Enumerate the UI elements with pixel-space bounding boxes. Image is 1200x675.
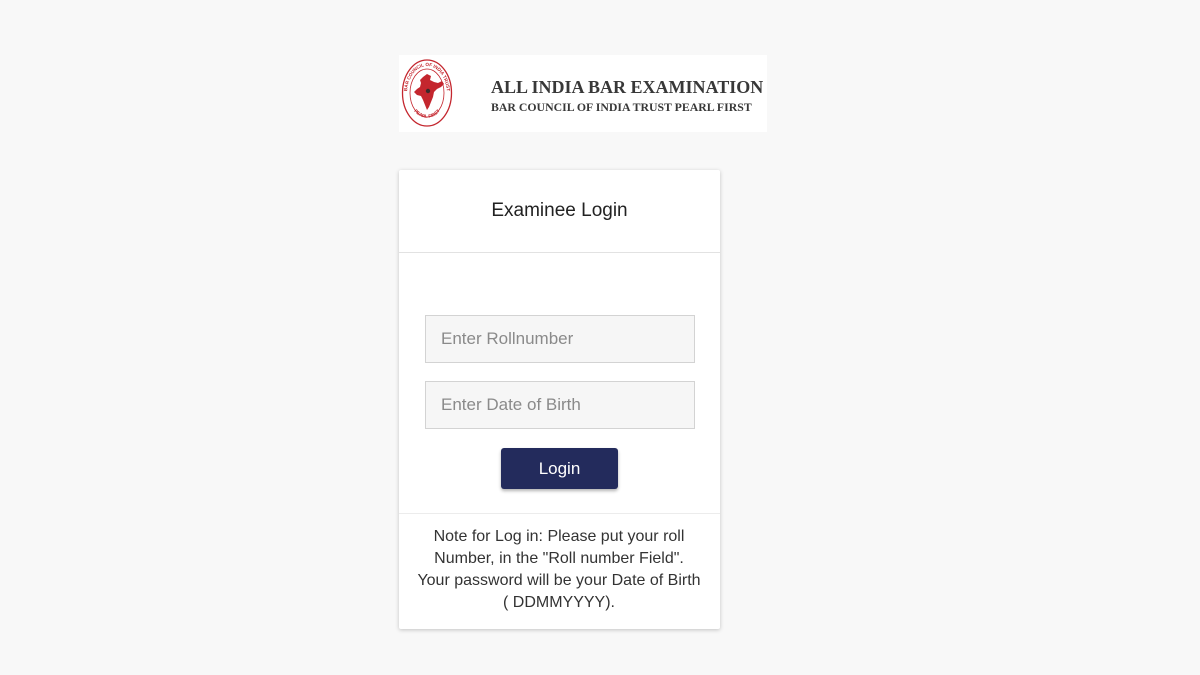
logo-banner: BAR COUNCIL OF INDIA TRUST PEARL FIRST A…: [399, 55, 767, 132]
seal-emblem-icon: [425, 88, 431, 94]
logo-subtitle: BAR COUNCIL OF INDIA TRUST PEARL FIRST: [491, 100, 752, 114]
login-note: Note for Log in: Please put your roll Nu…: [417, 528, 701, 611]
login-card-header: Examinee Login: [399, 170, 720, 253]
login-button[interactable]: Login: [501, 448, 618, 489]
rollnumber-input[interactable]: [425, 315, 695, 363]
logo-title: ALL INDIA BAR EXAMINATION: [491, 77, 764, 97]
date-of-birth-input[interactable]: [425, 381, 695, 429]
bar-council-seal-logo: BAR COUNCIL OF INDIA TRUST PEARL FIRST: [401, 59, 453, 127]
login-title: Examinee Login: [491, 200, 628, 221]
card-divider: [399, 513, 720, 514]
login-card: Examinee Login Login Note for Log in: Pl…: [399, 170, 720, 629]
